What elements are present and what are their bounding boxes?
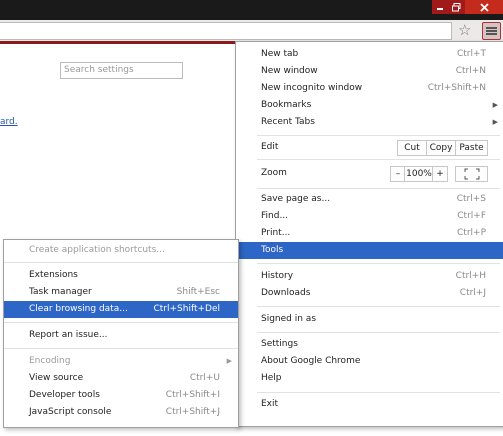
menu-item-new-window[interactable]: New window Ctrl+N (236, 63, 503, 80)
menu-separator (257, 332, 500, 333)
menu-item-zoom: Zoom – 100% + (236, 165, 503, 182)
hamburger-menu-icon[interactable] (482, 22, 501, 40)
zoom-level: 100% (404, 166, 434, 182)
menu-item-exit[interactable]: Exit (236, 396, 503, 413)
menu-item-report-issue[interactable]: Report an issue... (4, 327, 238, 344)
menu-item-edit: Edit Cut Copy Paste (236, 139, 503, 156)
paste-button[interactable]: Paste (455, 140, 488, 156)
menu-item-tools[interactable]: Tools (236, 242, 503, 259)
star-icon[interactable]: ☆ (458, 21, 471, 39)
zoom-in-button[interactable]: + (432, 166, 448, 182)
window-title-bar (0, 0, 503, 20)
menu-item-js-console[interactable]: JavaScript console Ctrl+Shift+J (4, 404, 238, 421)
menu-item-help[interactable]: Help (236, 370, 503, 387)
menu-separator (257, 135, 500, 136)
menu-item-history[interactable]: History Ctrl+H (236, 268, 503, 285)
minimize-icon[interactable] (432, 0, 448, 14)
chrome-menu: New tab Ctrl+T New window Ctrl+N New inc… (235, 41, 503, 427)
menu-separator (257, 306, 500, 307)
menu-item-save-page[interactable]: Save page as... Ctrl+S (236, 191, 503, 208)
menu-separator (4, 322, 238, 323)
menu-separator (257, 263, 500, 264)
menu-item-settings[interactable]: Settings (236, 336, 503, 353)
menu-item-encoding: Encoding ▶ (4, 353, 238, 370)
menu-item-print[interactable]: Print... Ctrl+P (236, 225, 503, 242)
search-input[interactable]: Search settings (60, 62, 183, 79)
menu-separator (257, 188, 500, 189)
menu-item-create-shortcuts: Create application shortcuts... (29, 245, 165, 255)
address-bar[interactable] (0, 22, 452, 40)
menu-item-downloads[interactable]: Downloads Ctrl+J (236, 285, 503, 302)
menu-item-incognito[interactable]: New incognito window Ctrl+Shift+N (236, 80, 503, 97)
menu-item-find[interactable]: Find... Ctrl+F (236, 208, 503, 225)
menu-item-view-source[interactable]: View source Ctrl+U (4, 370, 238, 387)
copy-button[interactable]: Copy (426, 140, 456, 156)
menu-separator (257, 392, 500, 393)
menu-item-extensions[interactable]: Extensions (4, 267, 238, 284)
menu-separator (257, 159, 500, 160)
menu-item-clear-browsing-data[interactable]: Clear browsing data... Ctrl+Shift+Del (4, 301, 238, 318)
menu-separator (4, 348, 238, 349)
menu-item-bookmarks[interactable]: Bookmarks ▶ (236, 97, 503, 114)
menu-item-signed-in[interactable]: Signed in as (236, 311, 503, 328)
tools-submenu: Create application shortcuts... Extensio… (3, 239, 239, 428)
fullscreen-icon (464, 168, 479, 180)
menu-item-developer-tools[interactable]: Developer tools Ctrl+Shift+I (4, 387, 238, 404)
chevron-right-icon: ▶ (492, 101, 498, 109)
menu-separator (4, 262, 238, 263)
chevron-right-icon: ▶ (492, 118, 498, 126)
menu-item-new-tab[interactable]: New tab Ctrl+T (236, 46, 503, 63)
fullscreen-button[interactable] (455, 166, 488, 182)
menu-item-task-manager[interactable]: Task manager Shift+Esc (4, 284, 238, 301)
menu-item-about[interactable]: About Google Chrome (236, 353, 503, 370)
page-link[interactable]: ard. (0, 117, 18, 127)
menu-item-recent-tabs[interactable]: Recent Tabs ▶ (236, 114, 503, 131)
close-icon[interactable] (465, 0, 503, 14)
cut-button[interactable]: Cut (397, 140, 427, 156)
chevron-right-icon: ▶ (226, 357, 232, 365)
maximize-icon[interactable] (448, 0, 465, 14)
